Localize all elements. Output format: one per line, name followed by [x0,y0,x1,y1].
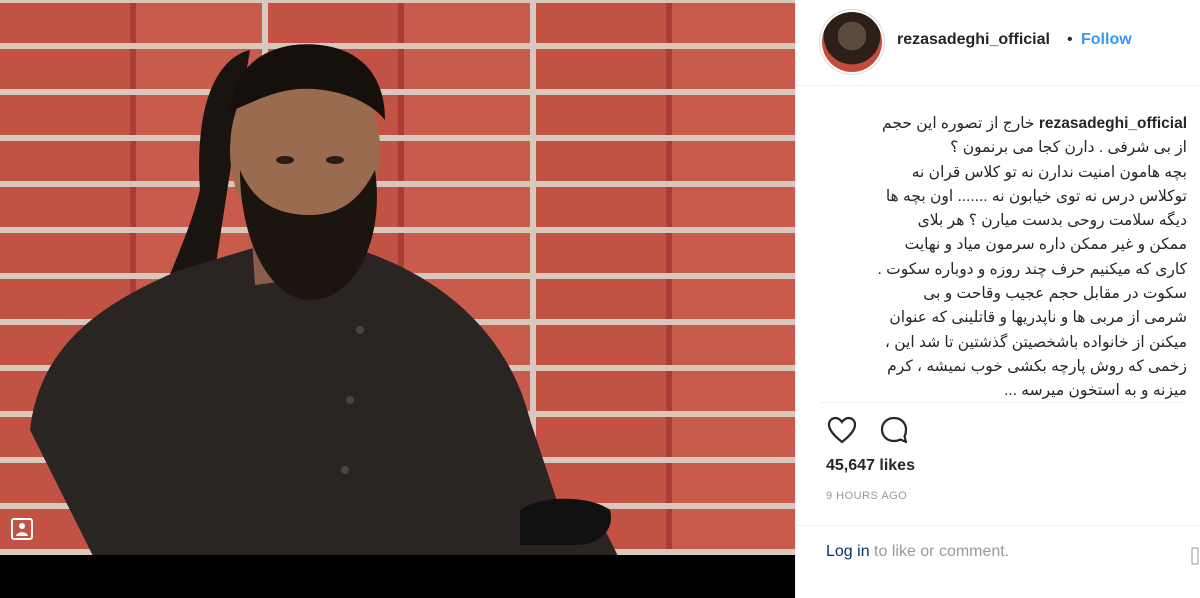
login-prompt: Log in to like or comment. [826,543,1009,561]
comment-icon[interactable] [878,414,910,446]
caption-text-line: از بی شرفی . دارن کجا می برنمون ؟ [950,139,1187,157]
caption-text-line: کاری که میکنیم حرف چند روزه و دوباره سکو… [877,260,1187,278]
login-prompt-text: to like or comment. [869,543,1010,560]
post-header: rezasadeghi_official • Follow [796,0,1200,86]
likes-count[interactable]: 45,647 likes [826,457,915,475]
caption-username[interactable]: rezasadeghi_official [1039,115,1187,132]
post-side-panel: rezasadeghi_official • Follow rezasadegh… [795,0,1200,598]
caption-text-line: توکلاس درس نه توی خیابون نه ....... اون … [885,187,1187,205]
caption-text-line: ممکن و غیر ممکن داره سرمون میاد و نهایت [904,236,1187,254]
post-caption: rezasadeghi_official خارج از تصوره این ح… [827,112,1187,404]
separator-dot: • [1067,31,1073,48]
follow-button[interactable]: Follow [1081,31,1132,49]
divider [820,402,1186,403]
post-actions [826,414,910,446]
heart-icon[interactable] [826,414,858,446]
caption-text-line: میزنه و به استخون میرسه ... [1004,382,1187,400]
photo-letterbox [0,555,795,598]
caption-text-line: زخمی که روش پارچه بکشی خوب نمیشه ، کرم [887,357,1187,375]
caption-text-line: خارج از تصوره این حجم [882,115,1035,132]
post-photo[interactable] [0,0,795,555]
caption-text-line: دیگه سلامت روحی بدست میارن ؟ هر بلای [917,212,1187,230]
avatar[interactable] [822,12,882,72]
person-figure [30,44,618,555]
header-username[interactable]: rezasadeghi_official [897,31,1050,49]
caption-text-line: میکنن از خانواده باشخصیتن گذشتین تا شد ا… [884,333,1187,351]
login-link[interactable]: Log in [826,543,870,560]
caption-text-line: سکوت در مقابل حجم عجیب وقاحت و بی [923,285,1187,303]
more-options-icon[interactable] [1189,545,1200,565]
caption-first-line: rezasadeghi_official خارج از تصوره این ح… [827,112,1187,136]
divider [796,525,1200,526]
bookmark-square-icon[interactable] [7,514,37,544]
post-timestamp[interactable]: 9 HOURS AGO [826,490,907,502]
caption-text-line: بچه هامون امنیت ندارن نه تو کلاس قران نه [911,163,1187,181]
caption-text-line: شرمی از مربی ها و ناپدریها و قاتلینی که … [889,309,1187,327]
